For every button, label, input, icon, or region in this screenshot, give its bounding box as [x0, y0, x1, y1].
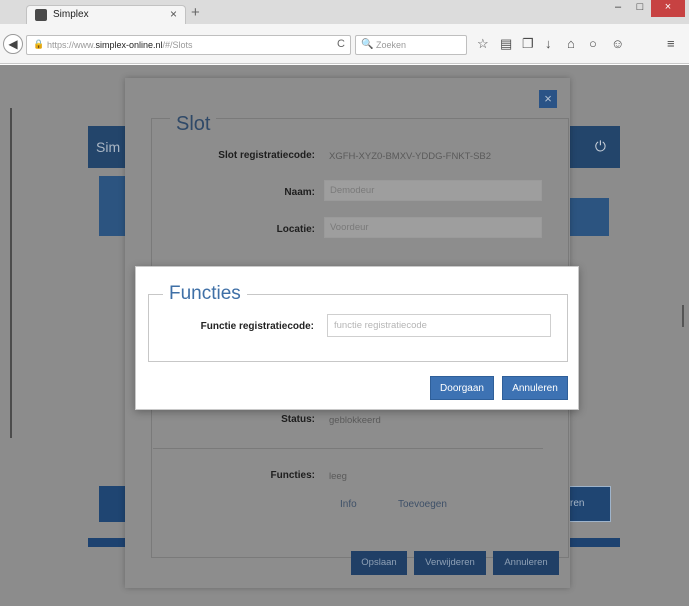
naam-input[interactable]: Demodeur — [324, 180, 542, 201]
background-tab-right — [567, 198, 609, 236]
opslaan-button[interactable]: Opslaan — [351, 551, 407, 575]
registratiecode-label: Slot registratiecode: — [218, 150, 315, 161]
tab-close-icon[interactable]: × — [170, 7, 177, 21]
info-link[interactable]: Info — [340, 499, 357, 510]
pocket-icon[interactable]: ❐ — [522, 37, 534, 51]
annuleren-button[interactable]: Annuleren — [502, 376, 568, 400]
back-button[interactable]: ◀ — [3, 34, 23, 54]
address-bar[interactable]: 🔒 https://www.simplex-online.nl/#/Slots … — [26, 35, 351, 55]
background-right-button: ren — [563, 486, 611, 522]
background-tab-left — [99, 176, 125, 236]
right-divider — [682, 305, 684, 327]
browser-titlebar: Simplex × + – □ × — [0, 0, 689, 24]
functies-label: Functies: — [270, 470, 315, 481]
functie-registratiecode-input[interactable] — [327, 314, 551, 337]
functie-registratiecode-label: Functie registratiecode: — [200, 321, 314, 332]
new-tab-button[interactable]: + — [191, 4, 200, 21]
toevoegen-link[interactable]: Toevoegen — [398, 499, 447, 510]
favicon-icon — [35, 9, 47, 21]
tab-title: Simplex — [53, 9, 89, 20]
menu-icon[interactable]: ≡ — [667, 37, 675, 51]
search-placeholder: Zoeken — [376, 40, 407, 50]
reload-icon[interactable]: C — [337, 38, 345, 50]
status-label: Status: — [281, 414, 315, 425]
functies-value: leeg — [329, 471, 347, 482]
functies-legend: Functies — [163, 283, 247, 305]
extensions-icon[interactable]: ☺ — [611, 37, 624, 51]
status-value: geblokkeerd — [329, 415, 381, 426]
home-icon[interactable]: ⌂ — [567, 37, 575, 51]
search-bar[interactable]: 🔍 Zoeken — [355, 35, 467, 55]
logout-icon[interactable]: ⏻ — [595, 138, 606, 155]
window-close-button[interactable]: × — [651, 0, 685, 17]
locatie-input[interactable]: Voordeur — [324, 217, 542, 238]
naam-label: Naam: — [284, 187, 315, 198]
window-controls: – □ × — [607, 0, 685, 17]
registratiecode-value: XGFH-XYZ0-BMXV-YDDG-FNKT-SB2 — [329, 151, 492, 162]
doorgaan-button[interactable]: Doorgaan — [430, 376, 494, 400]
verwijderen-button[interactable]: Verwijderen — [414, 551, 486, 575]
slot-divider — [153, 448, 543, 449]
browser-tab[interactable]: Simplex × — [26, 5, 186, 24]
close-icon[interactable]: × — [539, 90, 557, 108]
bookmark-star-icon[interactable]: ☆ — [477, 37, 489, 51]
download-icon[interactable]: ↓ — [545, 37, 552, 51]
left-divider — [10, 108, 12, 438]
library-icon[interactable]: ▤ — [500, 37, 512, 51]
browser-navbar: ◀ 🔒 https://www.simplex-online.nl/#/Slot… — [0, 24, 689, 64]
maximize-button[interactable]: □ — [629, 0, 651, 17]
annuleren-slot-button[interactable]: Annuleren — [493, 551, 559, 575]
minimize-button[interactable]: – — [607, 0, 629, 17]
search-icon: 🔍 — [361, 39, 374, 50]
lock-icon: 🔒 — [33, 39, 45, 49]
locatie-label: Locatie: — [276, 224, 315, 235]
sync-icon[interactable]: ○ — [589, 37, 597, 51]
app-title: Sim — [96, 139, 121, 155]
slot-legend: Slot — [170, 113, 217, 136]
functies-modal: Functies Functie registratiecode: Doorga… — [135, 266, 579, 410]
url-text: https://www.simplex-online.nl/#/Slots — [47, 40, 193, 50]
